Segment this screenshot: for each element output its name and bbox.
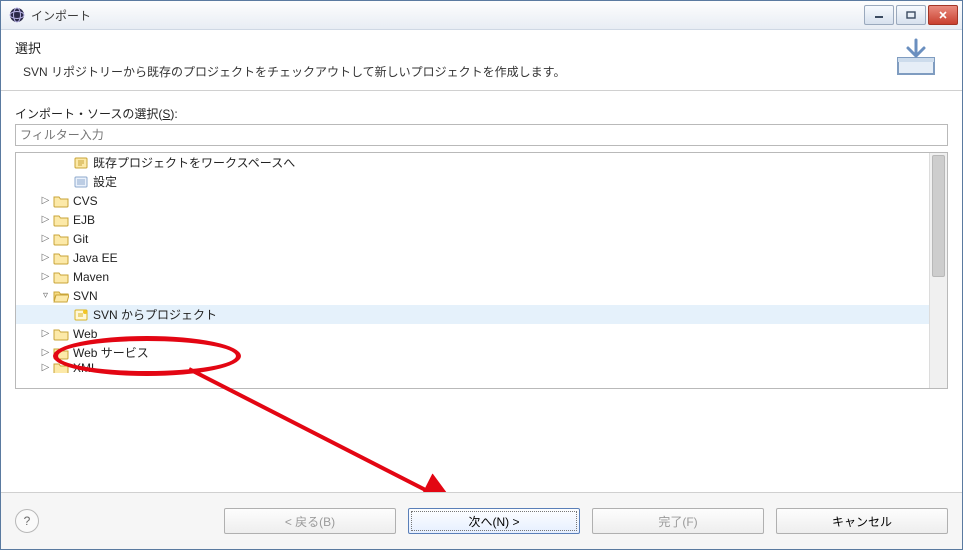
button-bar: ? < 戻る(B) 次へ(N) > 完了(F) キャンセル bbox=[1, 492, 962, 549]
tree-container: 既存プロジェクトをワークスペースへ設定▷CVS▷EJB▷Git▷Java EE▷… bbox=[15, 152, 948, 389]
folder-icon bbox=[53, 232, 69, 246]
tree-item[interactable]: ▷ XML bbox=[16, 362, 947, 373]
finish-button[interactable]: 完了(F) bbox=[592, 508, 764, 534]
import-tree[interactable]: 既存プロジェクトをワークスペースへ設定▷CVS▷EJB▷Git▷Java EE▷… bbox=[16, 153, 947, 388]
import-icon bbox=[890, 38, 942, 78]
maximize-button[interactable] bbox=[896, 5, 926, 25]
twisty-open-icon[interactable]: ▿ bbox=[40, 290, 51, 301]
tree-item[interactable]: ▷ Maven bbox=[16, 267, 947, 286]
tree-item[interactable]: ▷ Java EE bbox=[16, 248, 947, 267]
page-title: 選択 bbox=[15, 38, 890, 57]
folder-icon bbox=[53, 270, 69, 284]
settings-icon bbox=[73, 175, 89, 189]
source-label-pre: インポート・ソースの選択( bbox=[15, 107, 162, 121]
twisty-closed-icon[interactable]: ▷ bbox=[40, 362, 51, 373]
tree-scrollbar[interactable] bbox=[929, 153, 947, 388]
tree-item-label: 既存プロジェクトをワークスペースへ bbox=[93, 154, 295, 171]
folder-icon bbox=[53, 346, 69, 360]
source-label: インポート・ソースの選択(S): bbox=[15, 105, 948, 122]
import-dialog: インポート 選択 SVN リポジトリーから既存のプロジェクトをチェックアウトして… bbox=[0, 0, 963, 550]
folder-icon bbox=[53, 327, 69, 341]
next-button[interactable]: 次へ(N) > bbox=[408, 508, 580, 534]
leaf-wiz-icon bbox=[73, 308, 89, 322]
twisty-closed-icon[interactable]: ▷ bbox=[40, 214, 51, 225]
wizard-header: 選択 SVN リポジトリーから既存のプロジェクトをチェックアウトして新しいプロジ… bbox=[1, 30, 962, 91]
tree-item[interactable]: ▷ Web サービス bbox=[16, 343, 947, 362]
tree-item-label: Git bbox=[73, 232, 88, 246]
tree-item[interactable]: ▷ EJB bbox=[16, 210, 947, 229]
twisty-closed-icon[interactable]: ▷ bbox=[40, 271, 51, 282]
tree-item-label: SVN bbox=[73, 289, 98, 303]
help-button[interactable]: ? bbox=[15, 509, 39, 533]
tree-item-label: EJB bbox=[73, 213, 95, 227]
tree-item-label: Web サービス bbox=[73, 344, 149, 361]
filter-input[interactable] bbox=[15, 124, 948, 146]
scrollbar-thumb[interactable] bbox=[932, 155, 945, 277]
twisty-closed-icon[interactable]: ▷ bbox=[40, 195, 51, 206]
folder-icon bbox=[53, 362, 69, 373]
tree-item[interactable]: ▷ Web bbox=[16, 324, 947, 343]
window-title: インポート bbox=[31, 7, 864, 24]
twisty-closed-icon[interactable]: ▷ bbox=[40, 328, 51, 339]
tree-item-label: Maven bbox=[73, 270, 109, 284]
source-label-post: ): bbox=[170, 107, 177, 121]
tree-item[interactable]: ▷ CVS bbox=[16, 191, 947, 210]
tree-item-label: 設定 bbox=[93, 173, 117, 190]
tree-item-label: Java EE bbox=[73, 251, 118, 265]
tree-item[interactable]: ▷ Git bbox=[16, 229, 947, 248]
back-button[interactable]: < 戻る(B) bbox=[224, 508, 396, 534]
twisty-closed-icon[interactable]: ▷ bbox=[40, 347, 51, 358]
tree-item[interactable]: ▿ SVN bbox=[16, 286, 947, 305]
leaf-yellow-icon bbox=[73, 156, 89, 170]
tree-item[interactable]: SVN からプロジェクト bbox=[16, 305, 947, 324]
twisty-closed-icon[interactable]: ▷ bbox=[40, 233, 51, 244]
tree-item-label: Web bbox=[73, 327, 97, 341]
tree-item-label: SVN からプロジェクト bbox=[93, 306, 217, 323]
folder-open-icon bbox=[53, 289, 69, 303]
tree-item[interactable]: 設定 bbox=[16, 172, 947, 191]
folder-icon bbox=[53, 213, 69, 227]
eclipse-icon bbox=[9, 7, 25, 23]
window-buttons bbox=[864, 5, 958, 25]
titlebar: インポート bbox=[1, 1, 962, 30]
twisty-closed-icon[interactable]: ▷ bbox=[40, 252, 51, 263]
wizard-body: インポート・ソースの選択(S): 既存プロジェクトをワークスペースへ設定 ▷ CVS… bbox=[1, 91, 962, 389]
tree-item[interactable]: 既存プロジェクトをワークスペースへ bbox=[16, 153, 947, 172]
tree-item-label: CVS bbox=[73, 194, 98, 208]
close-button[interactable] bbox=[928, 5, 958, 25]
folder-icon bbox=[53, 251, 69, 265]
tree-item-label: XML bbox=[73, 362, 98, 373]
cancel-button[interactable]: キャンセル bbox=[776, 508, 948, 534]
page-description: SVN リポジトリーから既存のプロジェクトをチェックアウトして新しいプロジェクト… bbox=[23, 63, 890, 80]
folder-icon bbox=[53, 194, 69, 208]
minimize-button[interactable] bbox=[864, 5, 894, 25]
